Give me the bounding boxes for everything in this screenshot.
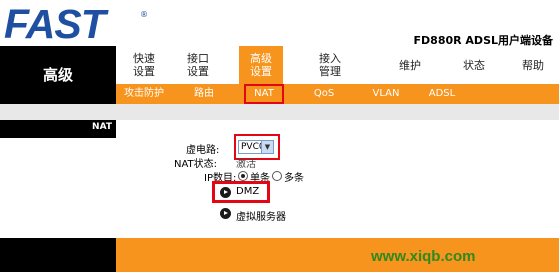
ip-single-radio[interactable] [238, 171, 248, 181]
section-title: 高级 [42, 66, 73, 84]
menu-item-quick-setup[interactable]: 快速 设置 [122, 46, 166, 84]
ip-multi-label: 多条 [284, 173, 304, 184]
footer-left-block [0, 238, 116, 272]
tab-attack-protection[interactable]: 攻击防护 [122, 86, 166, 102]
tab-routing[interactable]: 路由 [182, 86, 226, 102]
tab-qos[interactable]: QoS [306, 86, 342, 102]
registered-mark: ® [140, 10, 148, 19]
nat-status-value: 激活 [236, 159, 256, 170]
menu-item-access-management[interactable]: 接入 管理 [308, 46, 352, 84]
tab-vlan[interactable]: VLAN [368, 86, 404, 102]
separator-band [0, 104, 559, 120]
virtual-circuit-label: 虚电路: [186, 145, 220, 156]
main-menu: 快速 设置 接口 设置 高级 设置 接入 管理 维护 状态 帮助 [116, 46, 559, 84]
nat-status-label: NAT状态: [174, 159, 218, 170]
ip-multi-radio[interactable] [272, 171, 282, 181]
arrow-right-circle-icon [220, 208, 231, 219]
menu-item-advanced-setup[interactable]: 高级 设置 [239, 46, 283, 84]
tab-adsl[interactable]: ADSL [424, 86, 460, 102]
chevron-down-icon: ▼ [261, 141, 273, 153]
menu-item-interface-setup[interactable]: 接口 设置 [176, 46, 220, 84]
menu-item-help[interactable]: 帮助 [511, 46, 555, 84]
nat-section-label: NAT [92, 122, 112, 132]
watermark: www.xiqb.com [371, 248, 476, 265]
virtual-circuit-select[interactable]: PVC0 ▼ [238, 140, 274, 154]
sub-menu: 攻击防护 路由 NAT QoS VLAN ADSL [116, 84, 559, 104]
dmz-link[interactable]: DMZ [236, 186, 259, 197]
arrow-right-circle-icon [220, 187, 231, 198]
fast-logo: FAST [4, 1, 106, 47]
menu-item-status[interactable]: 状态 [452, 46, 496, 84]
tab-nat[interactable]: NAT [244, 84, 284, 104]
virtual-server-link[interactable]: 虚拟服务器 [236, 208, 286, 223]
menu-item-maintenance[interactable]: 维护 [388, 46, 432, 84]
